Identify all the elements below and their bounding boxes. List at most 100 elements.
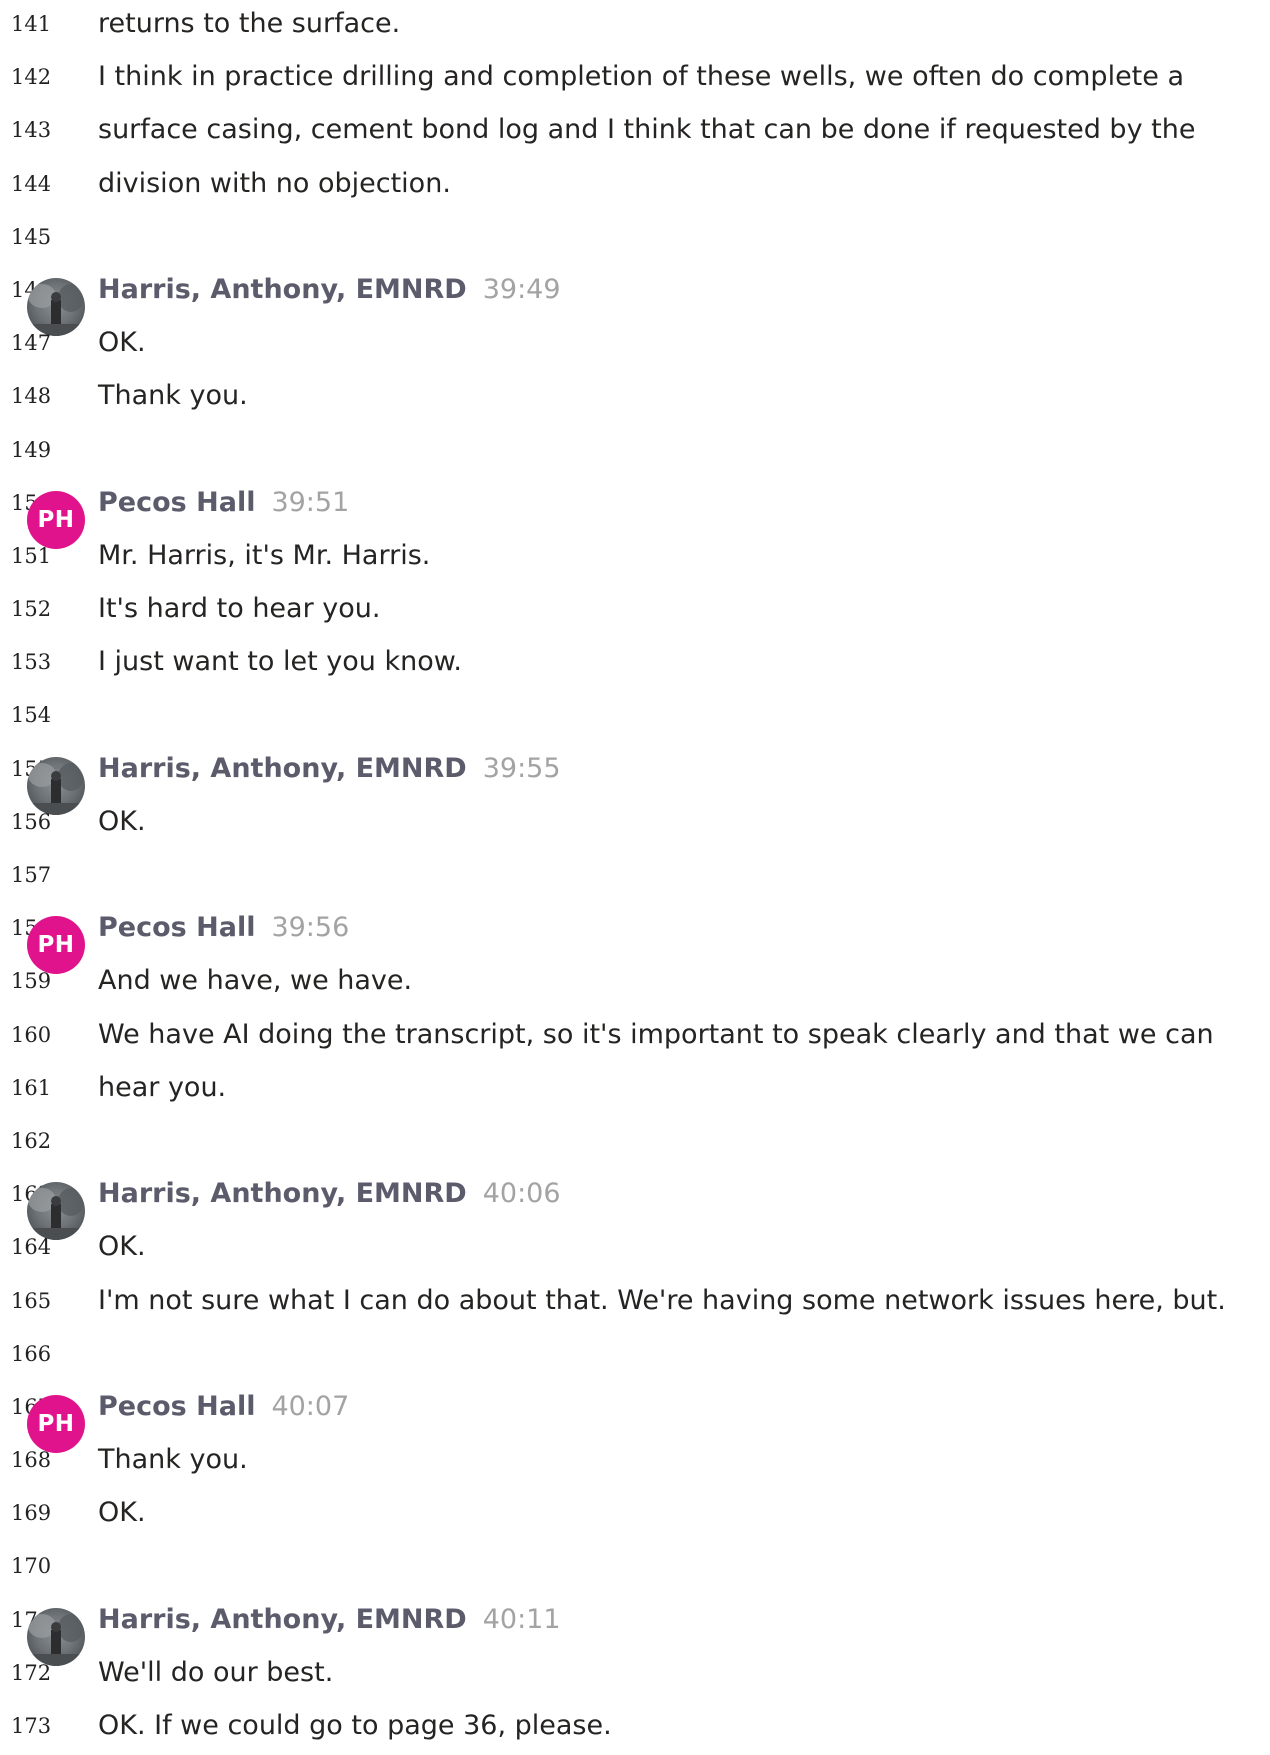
speaker-header: 158PHPecos Hall39:56 [0,904,1270,975]
utterance-text: It's hard to hear you. [98,593,381,625]
utterance-text: OK. [98,327,146,359]
speaker-label: Harris, Anthony, EMNRD 39:55 [98,753,561,785]
line-number: 142 [11,65,52,90]
line-number: 164 [11,1235,52,1260]
line-number: 148 [11,384,52,409]
line-number: 170 [11,1554,52,1579]
timestamp: 39:49 [482,273,561,305]
line-number: 169 [11,1501,52,1526]
speaker-label: Pecos Hall 39:56 [98,912,349,944]
transcript-line: 144 division with no objection. [0,160,1270,213]
line-number: 160 [11,1022,52,1047]
line-number: 149 [11,437,52,462]
line-number: 161 [11,1075,52,1100]
line-number: 144 [11,171,52,196]
line-number: 165 [11,1288,52,1313]
utterance-text: OK. [98,1231,146,1263]
utterance-text: Mr. Harris, it's Mr. Harris. [98,539,431,571]
speaker-name: Harris, Anthony, EMNRD [98,1603,467,1635]
transcript-line: 168 Thank you. [0,1436,1270,1489]
utterance-text: Thank you. [98,380,248,412]
speaker-header: 150PHPecos Hall39:51 [0,479,1270,549]
transcript-line: 147 OK. [0,319,1270,372]
utterance-text: I'm not sure what I can do about that. W… [98,1284,1226,1316]
speaker-label: Pecos Hall 39:51 [98,487,349,519]
transcript-line: 164 OK. [0,1223,1270,1276]
utterance-text: Thank you. [98,1444,248,1476]
speaker-name: Harris, Anthony, EMNRD [98,752,467,784]
line-number: 159 [11,969,52,994]
line-number: 145 [11,224,52,249]
speaker-label: Harris, Anthony, EMNRD 40:11 [98,1604,561,1636]
utterance-text: OK. [98,805,146,837]
transcript-line: 169 OK. [0,1489,1270,1542]
transcript-line: 173 OK. If we could go to page 36, please… [0,1702,1270,1755]
speaker-header: 163Harris, Anthony, EMNRD40:06 [0,1170,1270,1241]
transcript-line: 156 OK. [0,798,1270,851]
transcript-line: 145 [0,213,1270,266]
transcript-line: 151 Mr. Harris, it's Mr. Harris. [0,532,1270,585]
transcript-line: 152 It's hard to hear you. [0,585,1270,638]
speaker-label: Harris, Anthony, EMNRD 39:49 [98,274,561,306]
line-number: 166 [11,1341,52,1366]
line-number: 168 [11,1448,52,1473]
utterance-text: surface casing, cement bond log and I th… [98,114,1196,146]
transcript: 141 returns to the surface. 142 I think in … [0,0,1270,1755]
utterance-text: OK. If we could go to page 36, please. [98,1710,612,1741]
timestamp: 39:51 [271,486,350,518]
speaker-header: 155 Harris, Anthony, EMNRD 39:55 [0,745,1270,815]
utterance-text: I just want to let you know. [98,646,462,678]
speaker-name: Harris, Anthony, EMNRD [98,273,467,305]
line-number: 157 [11,863,52,887]
transcript-line: 160 We have AI doing the transcript, so i… [0,1011,1270,1064]
line-number: 141 [11,12,52,36]
line-number: 151 [11,543,52,568]
transcript-line: 142 I think in practice drilling and comp… [0,53,1270,106]
transcript-line: 170 [0,1542,1270,1595]
transcript-line: 149 [0,426,1270,479]
utterance-text: And we have, we have. [98,965,413,997]
utterance-text: division with no objection. [98,167,451,199]
transcript-line: 165 I'm not sure what I can do about that… [0,1277,1270,1330]
transcript-line: 143 surface casing, cement bond log and I… [0,106,1270,159]
line-number: 173 [11,1714,52,1738]
speaker-name: Pecos Hall [98,486,256,518]
speaker-header: 171 Harris, Anthony, EMNRD 40:11 [0,1596,1270,1666]
utterance-text: OK. [98,1497,146,1529]
speaker-label: Harris, Anthony, EMNRD 40:06 [98,1178,561,1210]
line-number: 172 [11,1660,52,1685]
utterance-text: hear you. [98,1071,227,1103]
line-number: 147 [11,331,52,356]
transcript-line: 162 [0,1117,1270,1170]
utterance-text: We have AI doing the transcript, so it's… [98,1018,1214,1050]
transcript-line: 157 [0,851,1270,904]
utterance-text: We'll do our best. [98,1656,334,1688]
transcript-line: 153 I just want to let you know. [0,638,1270,691]
line-number: 162 [11,1128,52,1153]
transcript-line: 161 hear you. [0,1064,1270,1117]
line-number: 154 [11,703,52,728]
speaker-label: Pecos Hall 40:07 [98,1391,349,1423]
transcript-line: 154 [0,691,1270,744]
line-number: 152 [11,597,52,622]
speaker-header: 167PHPecos Hall40:07 [0,1383,1270,1453]
transcript-line: 166 [0,1330,1270,1383]
transcript-line: 172 We'll do our best. [0,1649,1270,1702]
utterance-text: returns to the surface. [98,8,401,39]
speaker-name: Pecos Hall [98,912,256,944]
timestamp: 40:11 [482,1603,561,1635]
timestamp: 39:56 [271,912,350,944]
timestamp: 39:55 [482,752,561,784]
line-number: 156 [11,809,52,834]
timestamp: 40:06 [482,1178,561,1210]
line-number: 143 [11,118,52,143]
transcript-line: 159 And we have, we have. [0,957,1270,1010]
utterance-text: I think in practice drilling and complet… [98,61,1185,93]
timestamp: 40:07 [271,1390,350,1422]
speaker-name: Pecos Hall [98,1390,256,1422]
speaker-name: Harris, Anthony, EMNRD [98,1178,467,1210]
line-number: 153 [11,650,52,675]
speaker-header: 146Harris, Anthony, EMNRD39:49 [0,266,1270,336]
transcript-line: 141 returns to the surface. [0,0,1270,53]
transcript-line: 148 Thank you. [0,372,1270,425]
